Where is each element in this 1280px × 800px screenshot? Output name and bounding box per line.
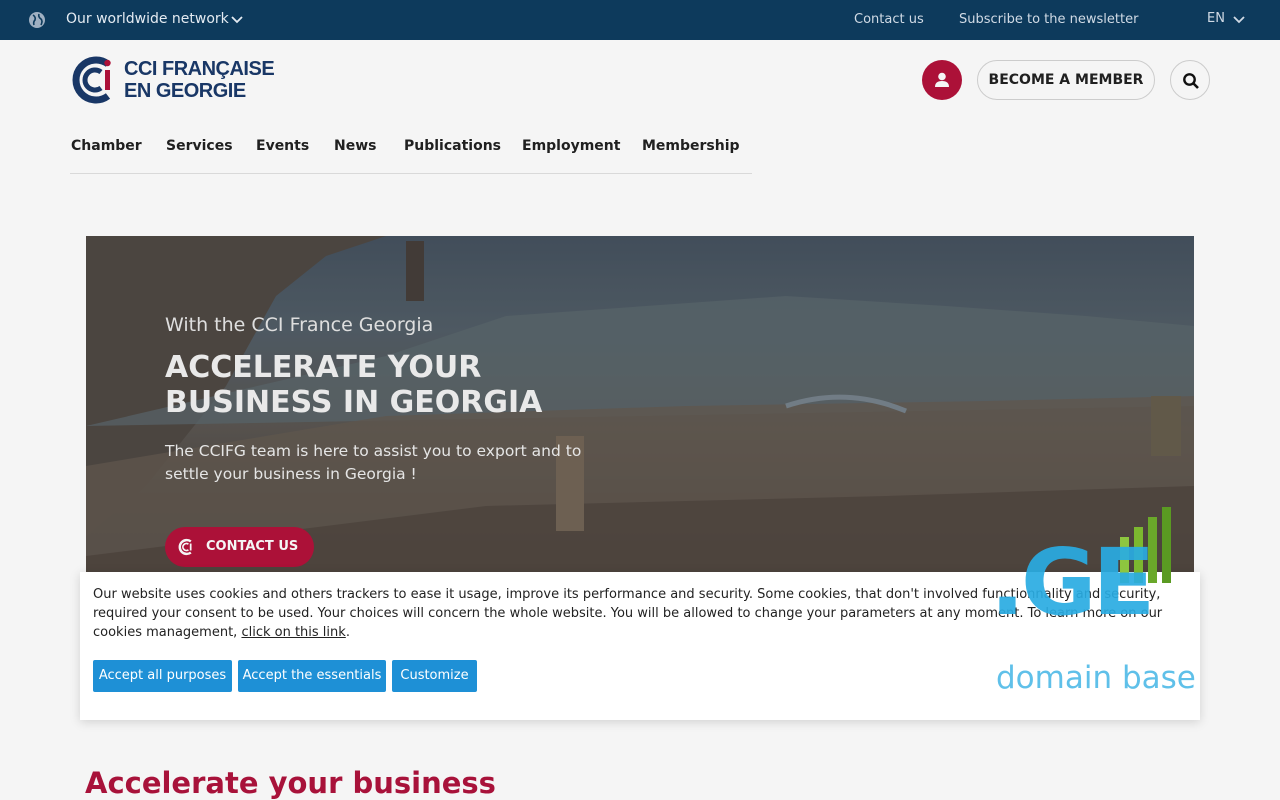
logo-text-line2: EN GEORGIE	[124, 80, 246, 102]
account-button[interactable]	[922, 60, 962, 100]
cookie-text: Our website uses cookies and others trac…	[93, 585, 1183, 642]
cci-logo-mark-icon	[72, 56, 111, 104]
section-heading: Accelerate your business	[85, 766, 496, 800]
nav-item-chamber[interactable]: Chamber	[71, 138, 142, 154]
accept-all-button[interactable]: Accept all purposes	[93, 660, 232, 692]
become-member-button[interactable]: BECOME A MEMBER	[977, 60, 1155, 100]
cookie-banner: Our website uses cookies and others trac…	[80, 572, 1200, 720]
site-logo[interactable]: CCI FRANÇAISE EN GEORGIE	[68, 54, 278, 106]
contact-us-button[interactable]: CONTACT US	[165, 527, 314, 567]
nav-item-publications[interactable]: Publications	[404, 138, 501, 154]
hero-description: The CCIFG team is here to assist you to …	[165, 442, 582, 483]
hero-pretitle: With the CCI France Georgia	[165, 314, 434, 336]
search-button[interactable]	[1170, 60, 1210, 100]
nav-item-news[interactable]: News	[334, 138, 376, 154]
main-navigation: Chamber Services Events News Publication…	[70, 136, 752, 174]
nav-item-services[interactable]: Services	[166, 138, 233, 154]
accept-essentials-button[interactable]: Accept the essentials	[238, 660, 386, 692]
search-icon	[1183, 73, 1199, 89]
logo-text-line1: CCI FRANÇAISE	[124, 58, 275, 80]
nav-item-employment[interactable]: Employment	[522, 138, 620, 154]
contact-us-label: CONTACT US	[206, 539, 299, 554]
network-link[interactable]: Our worldwide network	[66, 11, 229, 27]
newsletter-link[interactable]: Subscribe to the newsletter	[959, 12, 1138, 27]
chevron-down-icon[interactable]	[230, 13, 244, 27]
top-bar: Our worldwide network Contact us Subscri…	[0, 0, 1280, 40]
user-icon	[935, 72, 949, 87]
contact-link[interactable]: Contact us	[854, 12, 924, 27]
language-selector[interactable]: EN	[1207, 11, 1225, 26]
customize-button[interactable]: Customize	[392, 660, 477, 692]
nav-item-events[interactable]: Events	[256, 138, 309, 154]
cookie-text-end: .	[345, 625, 350, 640]
cookie-policy-link[interactable]: click on this link	[241, 625, 345, 640]
hero-title: ACCELERATE YOUR BUSINESS IN GEORGIA	[165, 350, 543, 420]
nav-item-membership[interactable]: Membership	[642, 138, 740, 154]
chevron-down-icon[interactable]	[1232, 13, 1246, 27]
cci-logo-icon	[178, 538, 192, 556]
globe-icon	[29, 12, 45, 28]
